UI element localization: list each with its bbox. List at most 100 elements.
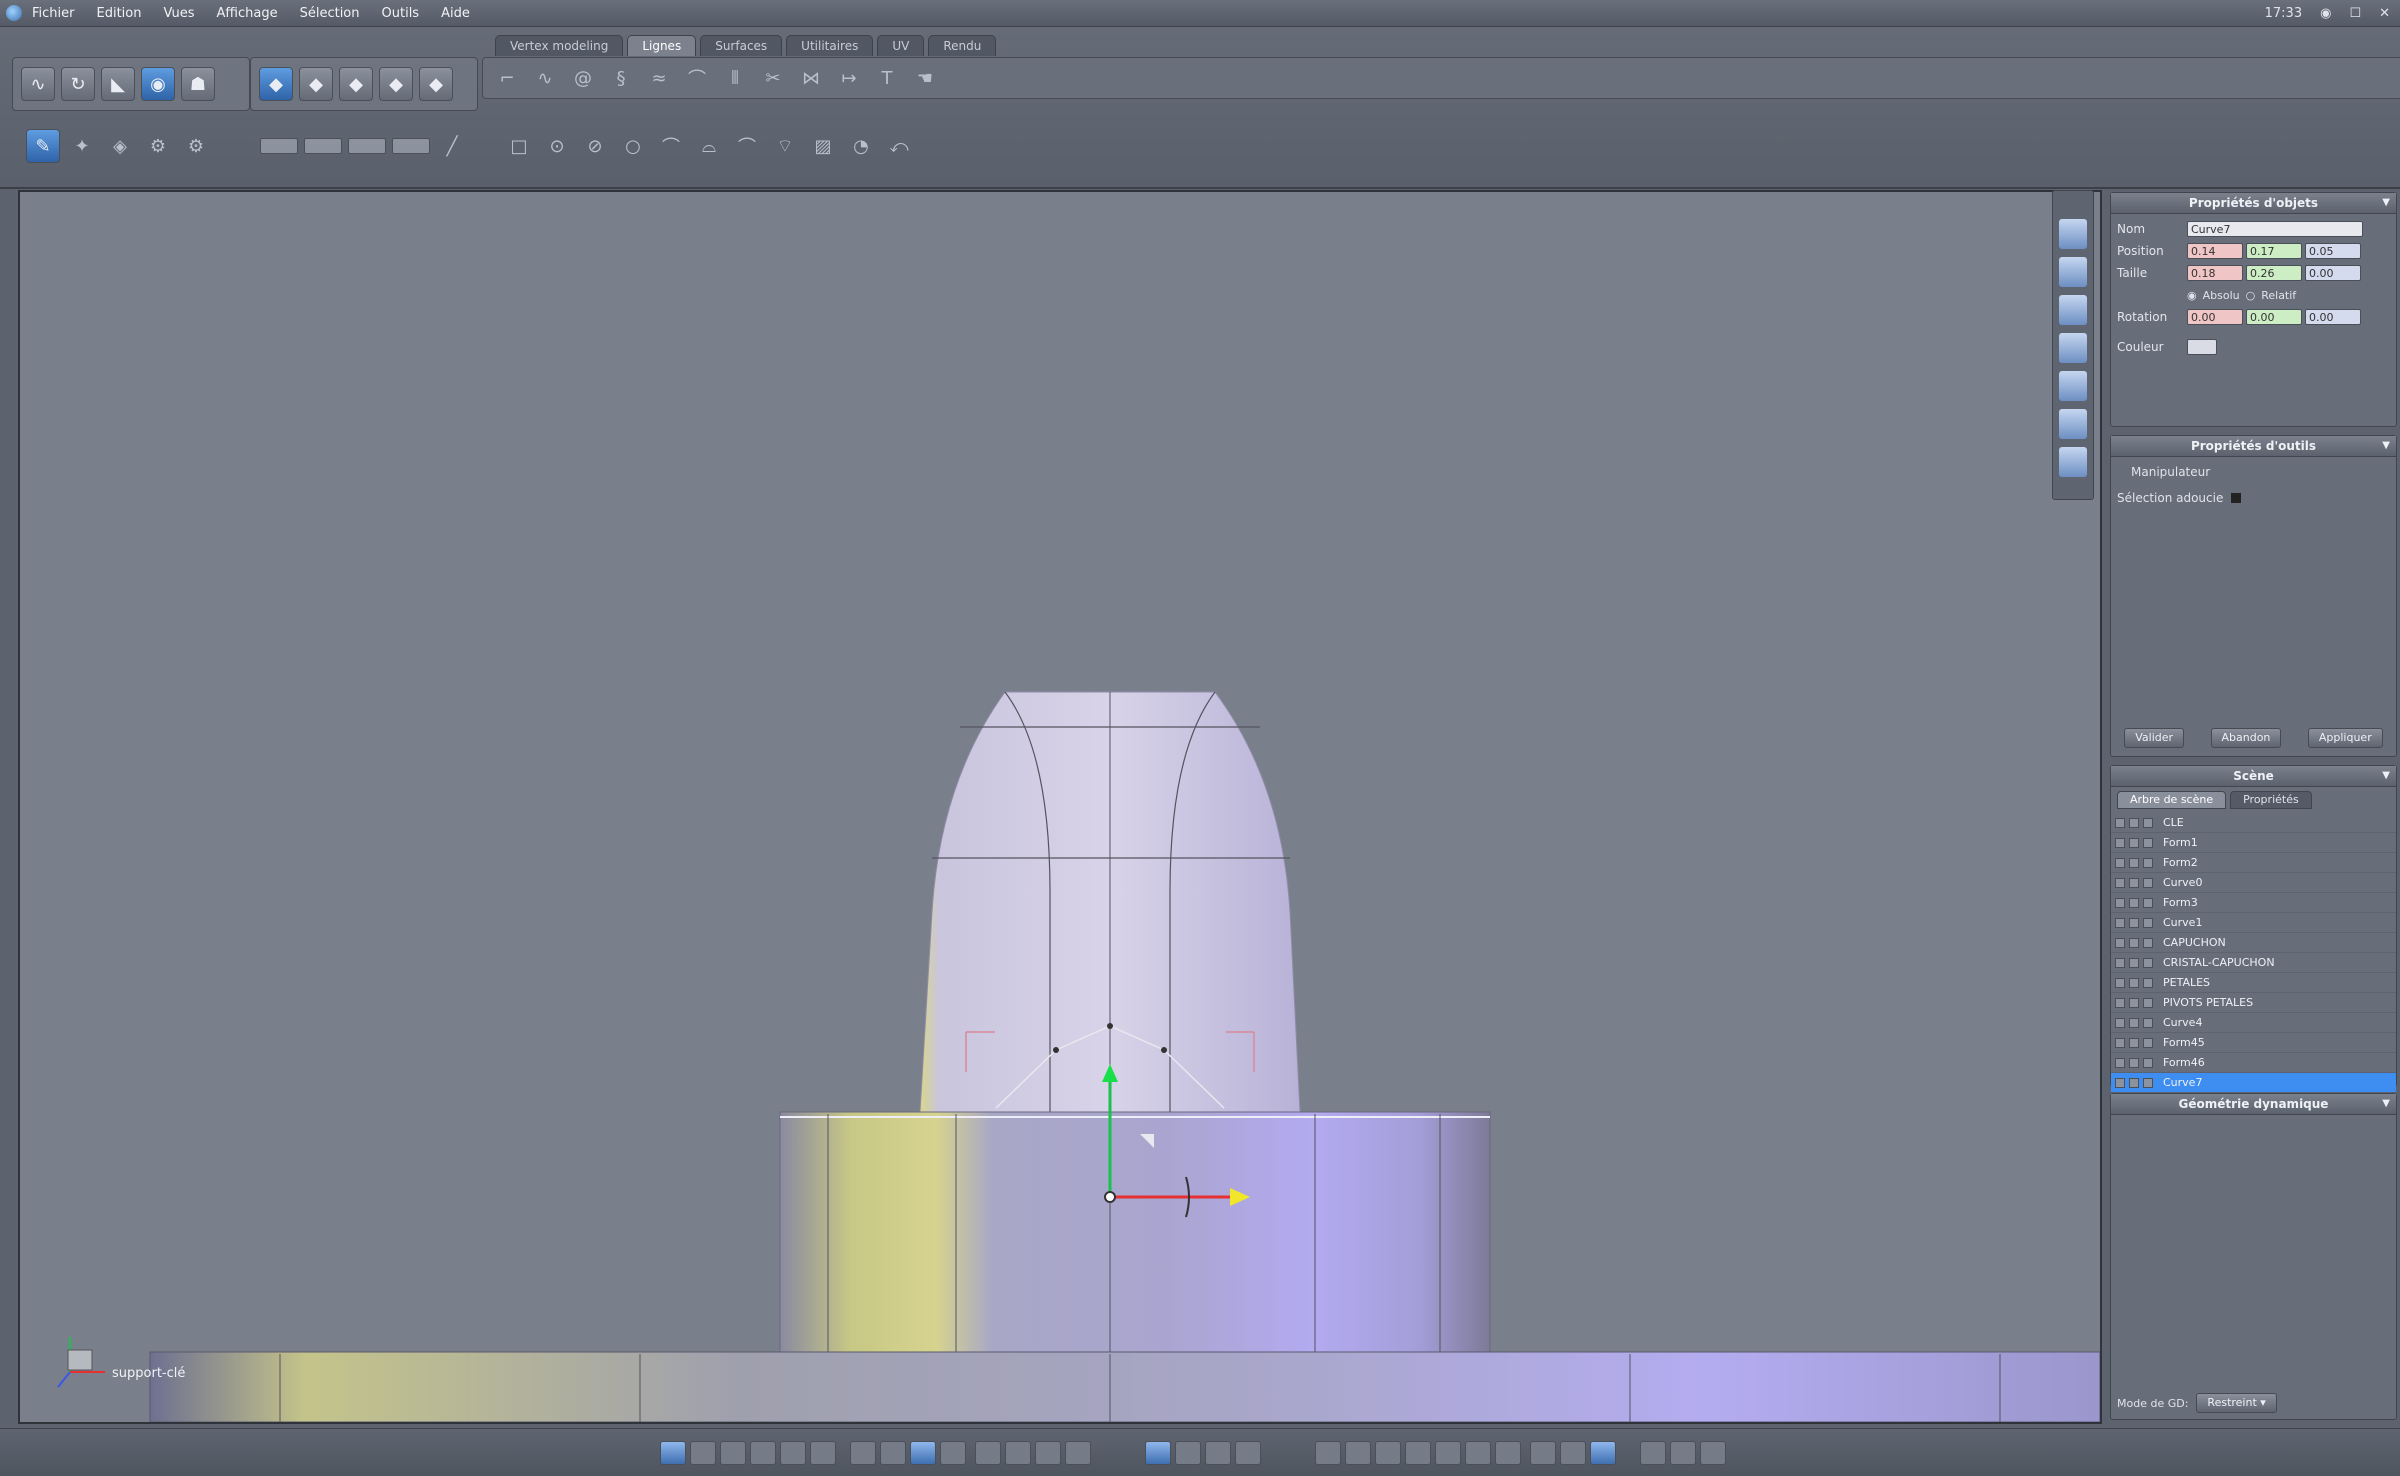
- tree-row[interactable]: Curve4: [2111, 1013, 2396, 1033]
- shading-smooth-icon[interactable]: [1405, 1441, 1431, 1465]
- select-toggle[interactable]: [2143, 897, 2153, 908]
- arc-icon[interactable]: ⌒: [655, 130, 687, 162]
- tree-row[interactable]: Form46: [2111, 1053, 2396, 1073]
- lock-toggle[interactable]: [2129, 897, 2139, 908]
- select-toggle[interactable]: [2143, 937, 2153, 948]
- lock-toggle[interactable]: [2129, 837, 2139, 848]
- hatch-icon[interactable]: ▨: [807, 130, 839, 162]
- hook-icon[interactable]: ⤺: [883, 130, 915, 162]
- layout-four-icon[interactable]: [810, 1441, 836, 1465]
- lock-toggle[interactable]: [2129, 917, 2139, 928]
- snap-surface-icon[interactable]: ◈: [104, 130, 136, 162]
- wave-icon[interactable]: ≈: [643, 62, 675, 94]
- select-toggle[interactable]: [2143, 817, 2153, 828]
- view-left-icon[interactable]: [2059, 257, 2087, 287]
- lock-toggle[interactable]: [2129, 857, 2139, 868]
- collapse-icon[interactable]: ▼: [2382, 766, 2390, 786]
- view-perspective-icon[interactable]: [2059, 333, 2087, 363]
- tree-row[interactable]: CRISTAL-CAPUCHON: [2111, 953, 2396, 973]
- menu-outils[interactable]: Outils: [382, 6, 420, 21]
- circle-diameter-icon[interactable]: ⊘: [579, 130, 611, 162]
- view-front-icon[interactable]: [2059, 219, 2087, 249]
- visibility-toggle[interactable]: [2115, 1017, 2125, 1028]
- offset-icon[interactable]: ⫴: [719, 62, 751, 94]
- scene-render[interactable]: support-clé: [20, 192, 2100, 1422]
- scale-field[interactable]: [392, 138, 430, 154]
- shading-xray-icon[interactable]: [1495, 1441, 1521, 1465]
- tab-utilitaires[interactable]: Utilitaires: [786, 35, 874, 56]
- collapse-icon[interactable]: ▼: [2382, 1094, 2390, 1114]
- join-icon[interactable]: ⋈: [795, 62, 827, 94]
- select-toggle[interactable]: [2143, 837, 2153, 848]
- tab-vertex-modeling[interactable]: Vertex modeling: [495, 35, 624, 56]
- view-bottom-icon[interactable]: [2059, 447, 2087, 477]
- absolute-radio[interactable]: ◉: [2187, 289, 2197, 302]
- lock-toggle[interactable]: [2129, 957, 2139, 968]
- snap-grid-toggle-icon[interactable]: [1145, 1441, 1171, 1465]
- cube-front-icon[interactable]: ◆: [299, 67, 333, 101]
- layout-quad-icon[interactable]: [690, 1441, 716, 1465]
- lock-toggle[interactable]: [2129, 1037, 2139, 1048]
- rotation-z-field[interactable]: 0.00: [2305, 309, 2361, 325]
- select-toggle[interactable]: [2143, 977, 2153, 988]
- cube-persp-icon[interactable]: ◆: [419, 67, 453, 101]
- tree-row[interactable]: PETALES: [2111, 973, 2396, 993]
- snap-grid-icon[interactable]: ✎: [26, 129, 60, 163]
- gear-icon[interactable]: ⚙: [142, 130, 174, 162]
- menu-affichage[interactable]: Affichage: [217, 6, 278, 21]
- lock-toggle[interactable]: [2129, 877, 2139, 888]
- angle-field[interactable]: [348, 138, 386, 154]
- cube-side-icon[interactable]: ◆: [339, 67, 373, 101]
- display-color-icon[interactable]: [880, 1441, 906, 1465]
- visibility-toggle[interactable]: [2115, 1057, 2125, 1068]
- tree-row[interactable]: Form2: [2111, 853, 2396, 873]
- settings-icon[interactable]: [1700, 1441, 1726, 1465]
- select-toggle[interactable]: [2143, 857, 2153, 868]
- tree-row[interactable]: Form45: [2111, 1033, 2396, 1053]
- menu-selection[interactable]: Sélection: [300, 6, 360, 21]
- size-z-field[interactable]: 0.00: [2305, 265, 2361, 281]
- pick-select-icon[interactable]: ◉: [141, 67, 175, 101]
- tree-row[interactable]: Curve7: [2111, 1073, 2396, 1093]
- visibility-toggle[interactable]: [2115, 897, 2125, 908]
- extend-icon[interactable]: ↦: [833, 62, 865, 94]
- relative-radio[interactable]: ○: [2246, 289, 2256, 302]
- visibility-toggle[interactable]: [2115, 977, 2125, 988]
- visibility-toggle[interactable]: [2115, 937, 2125, 948]
- position-x-field[interactable]: 0.14: [2187, 243, 2243, 259]
- select-toggle[interactable]: [2143, 917, 2153, 928]
- visibility-toggle[interactable]: [2115, 1037, 2125, 1048]
- rotation-y-field[interactable]: 0.00: [2246, 309, 2302, 325]
- lock-toggle[interactable]: [2129, 1077, 2139, 1088]
- size-y-field[interactable]: 0.26: [2246, 265, 2302, 281]
- curve-icon[interactable]: ∿: [529, 62, 561, 94]
- tree-row[interactable]: Form3: [2111, 893, 2396, 913]
- lock-toggle[interactable]: [2129, 977, 2139, 988]
- shading-hidden-icon[interactable]: [1345, 1441, 1371, 1465]
- cube-top-icon[interactable]: ◆: [379, 67, 413, 101]
- tab-rendu[interactable]: Rendu: [928, 35, 997, 56]
- text-icon[interactable]: T: [871, 62, 903, 94]
- render-icon[interactable]: [1670, 1441, 1696, 1465]
- 3d-viewport[interactable]: support-clé: [18, 190, 2102, 1424]
- view-camera-icon[interactable]: [2059, 371, 2087, 401]
- select-toggle[interactable]: [2143, 1057, 2153, 1068]
- circle-icon[interactable]: ○: [617, 130, 649, 162]
- step-field[interactable]: [260, 138, 298, 154]
- menu-aide[interactable]: Aide: [441, 6, 470, 21]
- visibility-toggle[interactable]: [2115, 877, 2125, 888]
- select-toggle[interactable]: [2143, 1077, 2153, 1088]
- pan-icon[interactable]: [1065, 1441, 1091, 1465]
- camera-icon[interactable]: [1640, 1441, 1666, 1465]
- hand-icon[interactable]: ☚: [909, 62, 941, 94]
- size-x-field[interactable]: 0.18: [2187, 265, 2243, 281]
- lock-toggle[interactable]: [2129, 1057, 2139, 1068]
- cut-icon[interactable]: ✂: [757, 62, 789, 94]
- visibility-toggle[interactable]: [2115, 917, 2125, 928]
- tab-lignes[interactable]: Lignes: [627, 35, 697, 56]
- tab-uv[interactable]: UV: [877, 35, 925, 56]
- pencil-icon[interactable]: ╱: [436, 130, 468, 162]
- grid-field[interactable]: [304, 138, 342, 154]
- snap-point-icon[interactable]: ✦: [66, 130, 98, 162]
- layout-split-h-icon[interactable]: [720, 1441, 746, 1465]
